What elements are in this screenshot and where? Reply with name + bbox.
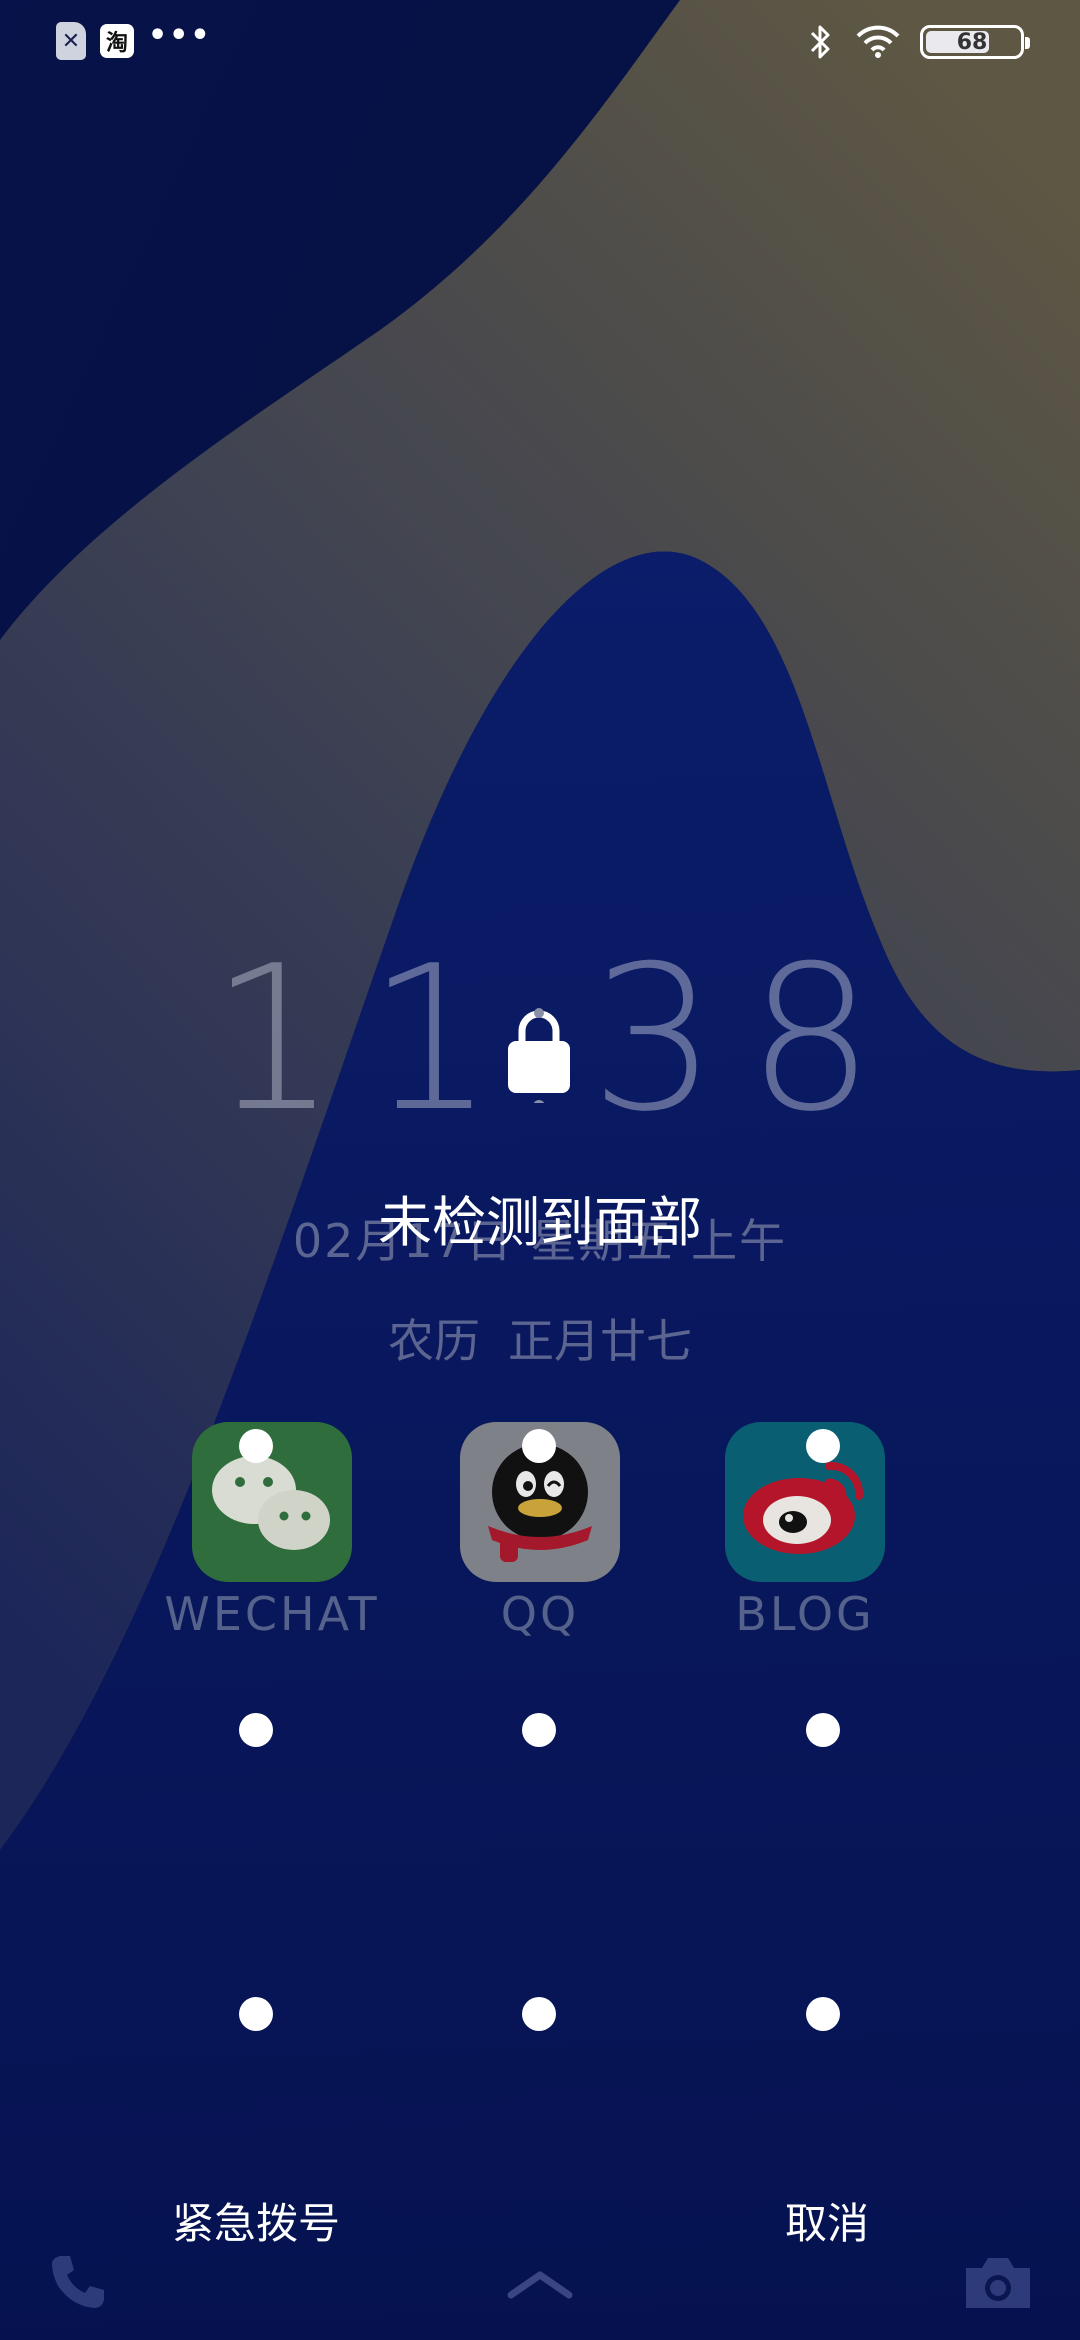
- battery-level: 68: [956, 29, 988, 55]
- phone-icon[interactable]: [46, 2250, 110, 2314]
- pattern-dot-9[interactable]: [806, 1997, 840, 2031]
- weibo-icon[interactable]: [725, 1422, 885, 1582]
- wifi-icon: [856, 25, 900, 58]
- chevron-up-icon[interactable]: [505, 2265, 575, 2305]
- sim-card-x-icon: ✕: [56, 22, 86, 60]
- status-left: ✕ 淘 •••: [56, 18, 212, 60]
- pattern-dot-1[interactable]: [239, 1429, 273, 1463]
- blog-shortcut[interactable]: BLOG: [725, 1422, 885, 1641]
- pattern-dot-6[interactable]: [806, 1713, 840, 1747]
- status-bar: ✕ 淘 ••• 68: [0, 0, 1080, 84]
- app-label-wechat: WECHAT: [164, 1587, 380, 1641]
- wallpaper: [0, 0, 1080, 2340]
- lunar-value: 正月廿七: [508, 1314, 692, 1368]
- app-label-qq: QQ: [500, 1587, 580, 1641]
- bluetooth-icon: [810, 25, 830, 59]
- face-not-detected-message: 未检测到面部: [378, 1191, 702, 1254]
- clock-hours: 11: [210, 923, 525, 1156]
- status-right: 68: [806, 22, 1030, 62]
- lunar-label: 农历: [388, 1314, 480, 1368]
- camera-icon[interactable]: [962, 2250, 1034, 2314]
- pattern-dot-8[interactable]: [522, 1997, 556, 2031]
- pattern-dot-7[interactable]: [239, 1997, 273, 2031]
- pattern-dot-5[interactable]: [522, 1713, 556, 1747]
- lock-icon: [508, 1008, 570, 1103]
- wallpaper-dim-overlay: [0, 0, 1080, 2340]
- app-label-blog: BLOG: [735, 1587, 875, 1641]
- lunar-date: 农历 正月廿七: [0, 1305, 1080, 1371]
- clock-minutes: 38: [590, 923, 905, 1156]
- taobao-icon: 淘: [100, 24, 134, 58]
- pattern-dot-3[interactable]: [806, 1429, 840, 1463]
- cancel-button[interactable]: 取消: [785, 2190, 869, 2251]
- pattern-dot-2[interactable]: [522, 1429, 556, 1463]
- battery-icon: 68: [920, 25, 1030, 59]
- pattern-dot-4[interactable]: [239, 1713, 273, 1747]
- emergency-call-button[interactable]: 紧急拨号: [172, 2190, 340, 2251]
- more-dots-icon: •••: [148, 17, 212, 53]
